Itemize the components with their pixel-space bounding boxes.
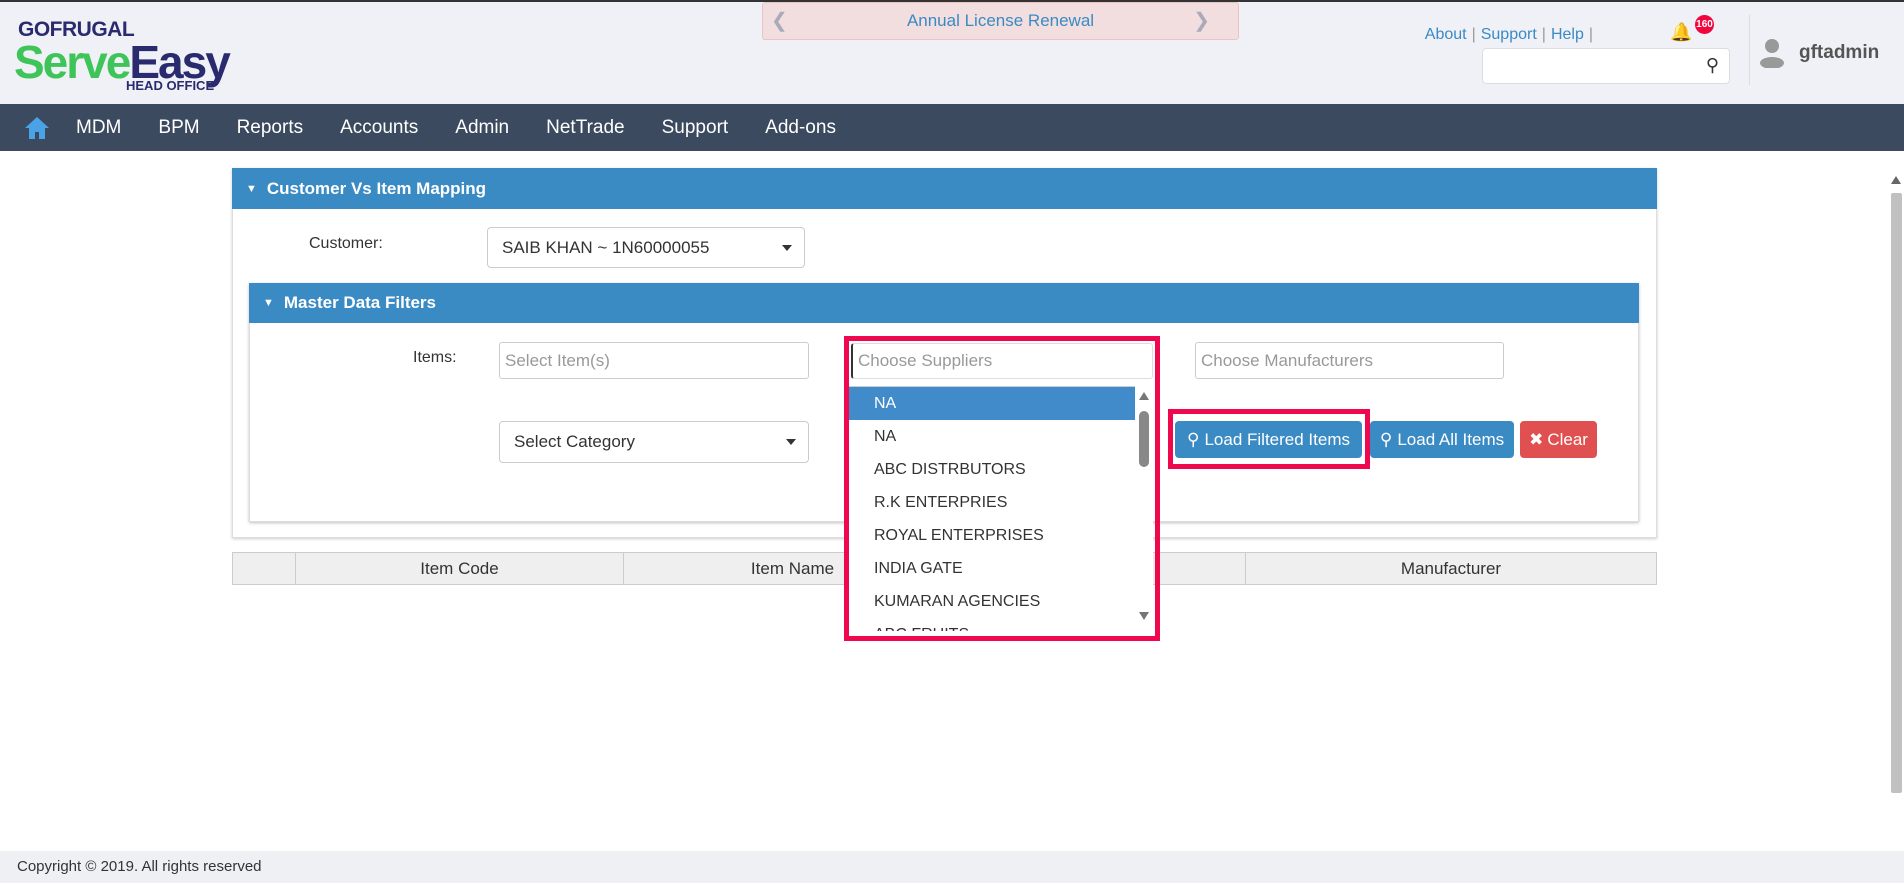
manufacturer-header[interactable]: Manufacturer xyxy=(1245,552,1657,585)
supplier-option[interactable]: ROYAL ENTERPRISES xyxy=(846,519,1135,552)
nav-accounts[interactable]: Accounts xyxy=(340,117,418,139)
about-link[interactable]: About xyxy=(1425,26,1467,43)
banner-text[interactable]: Annual License Renewal xyxy=(907,11,1094,30)
scroll-thumb xyxy=(1139,411,1149,467)
scroll-thumb xyxy=(1891,193,1902,793)
logo-edition: HEAD OFFICE xyxy=(126,78,215,93)
bell-icon[interactable]: 🔔 xyxy=(1670,22,1692,43)
customer-label: Customer: xyxy=(309,235,383,252)
nav-mdm[interactable]: MDM xyxy=(76,117,121,139)
scroll-down-icon xyxy=(1139,612,1149,620)
select-column-header xyxy=(232,552,296,585)
manufacturers-input[interactable]: Choose Manufacturers xyxy=(1195,342,1504,379)
home-icon[interactable] xyxy=(24,115,50,141)
items-input[interactable]: Select Item(s) xyxy=(499,342,809,379)
top-links: About | Support | Help | xyxy=(1424,26,1593,43)
caret-down-icon: ▼ xyxy=(263,297,274,309)
nav-addons[interactable]: Add-ons xyxy=(765,117,836,139)
filters-header[interactable]: ▼ Master Data Filters xyxy=(249,283,1639,323)
footer: Copyright © 2019. All rights reserved xyxy=(0,851,1904,883)
global-search-input[interactable]: ⚲ xyxy=(1482,48,1730,84)
license-banner[interactable]: ❮ Annual License Renewal ❯ xyxy=(762,2,1239,40)
supplier-option[interactable]: NA xyxy=(846,420,1135,453)
items-label: Items: xyxy=(413,349,457,366)
dropdown-scrollbar[interactable] xyxy=(1135,386,1153,631)
search-icon: ⚲ xyxy=(1187,429,1200,449)
main-nav: MDM BPM Reports Accounts Admin NetTrade … xyxy=(0,104,1904,151)
clear-icon: ✖ xyxy=(1529,429,1544,449)
notification-badge: 160 xyxy=(1695,15,1714,34)
suppliers-input[interactable]: Choose Suppliers xyxy=(851,343,1153,379)
nav-nettrade[interactable]: NetTrade xyxy=(546,117,625,139)
supplier-option[interactable]: KUMARAN AGENCIES xyxy=(846,585,1135,618)
help-link[interactable]: Help xyxy=(1551,26,1584,43)
category-select[interactable]: Select Category xyxy=(499,421,809,463)
search-icon: ⚲ xyxy=(1379,429,1393,449)
panel-header[interactable]: ▼ Customer Vs Item Mapping xyxy=(232,168,1657,209)
customer-select[interactable]: SAIB KHAN ~ 1N60000055 xyxy=(487,227,805,268)
item-code-header[interactable]: Item Code xyxy=(295,552,624,585)
supplier-option[interactable]: ABC FRUITS xyxy=(846,618,1135,631)
user-icon[interactable] xyxy=(1760,38,1784,68)
support-link[interactable]: Support xyxy=(1481,26,1537,43)
chevron-right-icon[interactable]: ❯ xyxy=(1193,3,1210,39)
supplier-option[interactable]: R.K ENTERPRIES xyxy=(846,486,1135,519)
supplier-option[interactable]: INDIA GATE xyxy=(846,552,1135,585)
filters-title: Master Data Filters xyxy=(283,293,437,312)
suppliers-dropdown[interactable]: NA NA ABC DISTRBUTORS R.K ENTERPRIES ROY… xyxy=(846,386,1135,631)
nav-reports[interactable]: Reports xyxy=(237,117,304,139)
user-name[interactable]: gftadmin xyxy=(1799,42,1879,64)
nav-admin[interactable]: Admin xyxy=(455,117,509,139)
scroll-up-icon xyxy=(1139,392,1149,400)
load-all-items-button[interactable]: ⚲ Load All Items xyxy=(1370,421,1514,458)
nav-support[interactable]: Support xyxy=(662,117,729,139)
load-filtered-items-button[interactable]: ⚲ Load Filtered Items xyxy=(1175,421,1362,458)
caret-icon xyxy=(786,439,796,445)
panel-title: Customer Vs Item Mapping xyxy=(266,178,487,198)
nav-bpm[interactable]: BPM xyxy=(158,117,199,139)
supplier-option[interactable]: ABC DISTRBUTORS xyxy=(846,453,1135,486)
page-scrollbar[interactable] xyxy=(1888,168,1904,851)
supplier-option[interactable]: NA xyxy=(846,387,1135,420)
chevron-left-icon[interactable]: ❮ xyxy=(771,3,788,39)
clear-button[interactable]: ✖ Clear xyxy=(1520,421,1597,458)
caret-icon xyxy=(782,244,792,251)
caret-down-icon: ▼ xyxy=(246,182,257,195)
search-icon[interactable]: ⚲ xyxy=(1706,55,1719,76)
divider xyxy=(1749,15,1750,85)
